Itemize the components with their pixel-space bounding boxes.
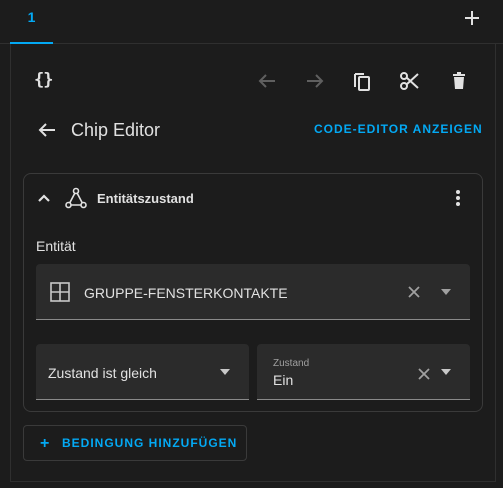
close-icon	[418, 368, 430, 380]
scissors-icon	[400, 72, 419, 90]
caret-down-icon	[441, 289, 451, 295]
redo-button[interactable]	[301, 67, 329, 95]
caret-down-icon	[220, 369, 230, 375]
plus-icon: +	[40, 435, 50, 452]
state-graph-icon	[65, 187, 87, 209]
entity-value: GRUPPE-FENSTERKONTAKTE	[84, 285, 288, 301]
delete-button[interactable]	[445, 67, 473, 95]
page-title: Chip Editor	[71, 120, 161, 140]
entity-label: Entität	[36, 238, 76, 254]
back-button[interactable]	[33, 116, 61, 144]
collapse-button[interactable]	[30, 184, 58, 212]
close-icon	[408, 286, 420, 298]
add-condition-label: BEDINGUNG HINZUFÜGEN	[62, 436, 238, 450]
tab-bar: 1	[0, 0, 503, 44]
operator-dropdown-button[interactable]	[211, 358, 239, 386]
arrow-back-icon	[38, 123, 55, 137]
entity-state-icon	[62, 184, 90, 212]
more-vertical-icon	[456, 190, 460, 206]
caret-down-icon	[441, 369, 451, 375]
undo-button[interactable]	[253, 67, 281, 95]
copy-button[interactable]	[348, 67, 376, 95]
state-value: Ein	[273, 372, 294, 388]
arrow-left-icon	[258, 74, 275, 88]
entity-clear-button[interactable]	[400, 278, 428, 306]
show-code-editor-button[interactable]: CODE-EDITOR ANZEIGEN	[314, 122, 483, 136]
arrow-right-icon	[307, 74, 324, 88]
add-tab-button[interactable]	[460, 6, 484, 30]
condition-menu-button[interactable]	[444, 184, 472, 212]
operator-value: Zustand ist gleich	[48, 365, 157, 381]
chevron-up-icon	[38, 194, 50, 202]
entity-dropdown-button[interactable]	[432, 278, 460, 306]
plus-icon	[465, 11, 479, 25]
code-braces-icon[interactable]: {}	[34, 70, 54, 90]
window-icon	[46, 278, 74, 306]
copy-icon	[354, 73, 370, 91]
state-dropdown-button[interactable]	[432, 358, 460, 386]
trash-icon	[453, 72, 465, 89]
tab-1[interactable]: 1	[10, 0, 53, 44]
cut-button[interactable]	[396, 67, 424, 95]
state-label: Zustand	[273, 358, 310, 369]
window-grid-icon	[50, 282, 70, 302]
condition-title: Entitätszustand	[97, 191, 194, 206]
